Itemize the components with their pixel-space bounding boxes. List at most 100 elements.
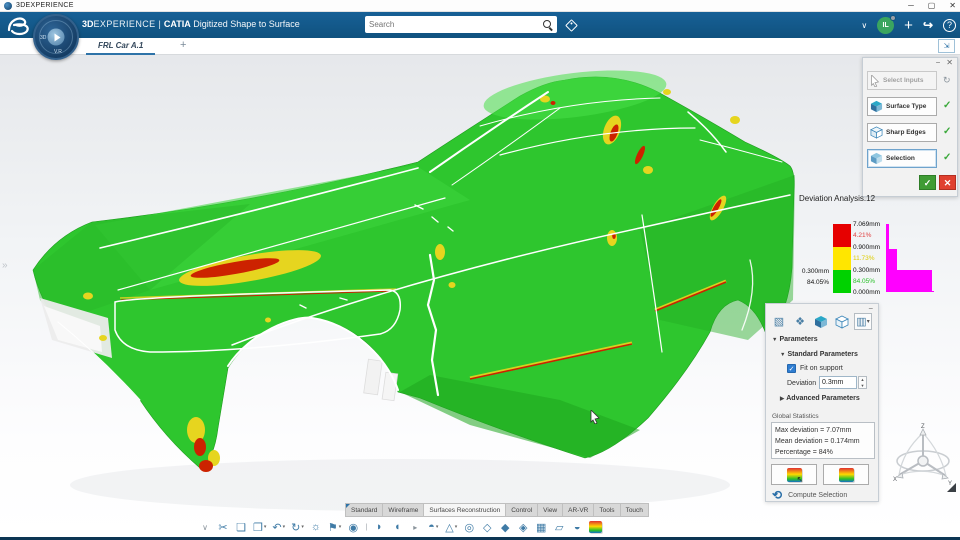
paint-transfer-icon[interactable]: ◒: [569, 519, 585, 536]
tab-frl-car[interactable]: FRL Car A.1: [86, 38, 156, 55]
deviation-color-scale: [833, 224, 851, 293]
minimize-button[interactable]: ─: [908, 0, 914, 12]
surface-corner-icon[interactable]: ◈: [515, 519, 531, 536]
chevron-down-icon[interactable]: ∨: [861, 21, 867, 30]
panel-minimize-icon[interactable]: −: [936, 58, 941, 68]
undo-icon[interactable]: ↶ ▾: [270, 519, 287, 536]
render-style-icon[interactable]: ☼: [308, 519, 324, 536]
compute-selection-row[interactable]: ⟲ Compute Selection: [772, 488, 847, 502]
activate-patch-icon[interactable]: ▦: [533, 519, 549, 536]
scale-value-min: 0.000mm: [853, 289, 881, 296]
compass-vr-label[interactable]: V.R: [54, 49, 62, 55]
tab-standard[interactable]: Standard: [345, 503, 384, 517]
3d-viewport[interactable]: » − ✕ Select Inputs ↻ Surface Type ✓ Sha…: [0, 55, 960, 537]
step-selection[interactable]: Selection: [867, 149, 937, 168]
user-avatar[interactable]: IL: [877, 14, 897, 34]
share-icon[interactable]: ↪: [923, 18, 933, 32]
report-flag-icon[interactable]: ⚑ ▾: [326, 519, 343, 536]
app-bar: 3DEXPERIENCE | CATIA Digitized Shape to Su…: [0, 12, 960, 38]
tab-view[interactable]: View: [538, 503, 564, 517]
cancel-button[interactable]: ✕: [939, 175, 956, 190]
cursor-arrow-icon: [871, 74, 880, 87]
surface-network-icon[interactable]: ▧: [770, 313, 788, 330]
parameters-minimize-icon[interactable]: −: [868, 304, 873, 313]
toolbar-tab-strip: Standard Wireframe Surfaces Reconstructi…: [345, 503, 649, 517]
viewport-resize-grip[interactable]: [947, 483, 956, 492]
step-sharp-edges[interactable]: Sharp Edges: [867, 123, 937, 142]
brand-3d: 3D: [82, 19, 94, 29]
surface-sweep-icon[interactable]: ◆: [497, 519, 513, 536]
search-input[interactable]: [365, 20, 543, 29]
mesh-sphere-icon[interactable]: ◎: [461, 519, 477, 536]
compute-icon[interactable]: ⟲: [772, 488, 782, 502]
3ds-logo-icon[interactable]: [6, 14, 32, 36]
3d-compass[interactable]: 3D V.R: [33, 14, 79, 60]
capture-icon[interactable]: ◉: [345, 519, 361, 536]
power-fit-icon[interactable]: ◖: [389, 519, 405, 536]
deviation-display-button[interactable]: ↖: [771, 464, 817, 485]
compass-3d-label[interactable]: 3D: [40, 35, 46, 41]
car-body: [32, 70, 795, 472]
pick-cursor-icon: ↖: [796, 475, 804, 484]
maximize-button[interactable]: ▢: [928, 0, 936, 12]
paste-icon[interactable]: ❐ ▾: [251, 519, 268, 536]
histogram-bar-red: [886, 224, 889, 249]
scale-value-upper: 0.900mm: [853, 244, 881, 251]
advanced-parameters-section[interactable]: ▶ Advanced Parameters: [780, 395, 860, 402]
app-icon: [4, 1, 12, 10]
tab-touch[interactable]: Touch: [620, 503, 649, 517]
search-box[interactable]: [365, 16, 557, 33]
close-button[interactable]: ✕: [949, 0, 956, 12]
cut-icon[interactable]: ✂: [215, 519, 231, 536]
collapse-panel-button[interactable]: ⇲: [938, 39, 955, 53]
compute-selection-label: Compute Selection: [788, 491, 848, 499]
display-mode-dropdown[interactable]: ▥ ▾: [854, 313, 872, 330]
primitives-icon[interactable]: △ ▾: [443, 519, 459, 536]
fit-on-support-checkbox[interactable]: ✓: [787, 364, 796, 373]
control-points-icon[interactable]: ❖: [791, 313, 809, 330]
tab-surfaces-reconstruction[interactable]: Surfaces Reconstruction: [424, 503, 507, 517]
deviation-analysis-icon[interactable]: [587, 519, 604, 536]
panel-close-icon[interactable]: ✕: [946, 58, 953, 68]
deviation-map-button[interactable]: [823, 464, 869, 485]
mouse-cursor: [590, 410, 600, 424]
help-icon[interactable]: ?: [943, 18, 956, 32]
surface-morph-icon[interactable]: ◗: [371, 519, 387, 536]
wire-cube-icon[interactable]: [833, 313, 851, 330]
step-select-inputs[interactable]: Select Inputs: [867, 71, 937, 90]
ok-button[interactable]: ✓: [919, 175, 936, 190]
deviation-spinner[interactable]: ▲ ▼: [858, 376, 867, 389]
search-icon[interactable]: [543, 19, 553, 30]
shape-volume-icon[interactable]: ◓ ▾: [425, 519, 441, 536]
deviation-input[interactable]: [819, 376, 857, 389]
standard-parameters-section[interactable]: ▼ Standard Parameters: [780, 351, 858, 358]
scale-percent-green: 84.05%: [853, 278, 876, 285]
tab-ar-vr[interactable]: AR-VR: [563, 503, 595, 517]
mode-cube-icon[interactable]: [812, 313, 830, 330]
more-tools-icon[interactable]: ▸: [407, 519, 423, 536]
surface-patch-icon[interactable]: ◇: [479, 519, 495, 536]
bend-sheet-icon[interactable]: ▱: [551, 519, 567, 536]
compass-play-button[interactable]: [47, 28, 65, 46]
tab-wireframe[interactable]: Wireframe: [383, 503, 425, 517]
tag-icon[interactable]: [565, 19, 578, 32]
new-tab-button[interactable]: +: [180, 39, 186, 51]
brand-experience: EXPERIENCE: [93, 19, 156, 29]
add-content-button[interactable]: +: [904, 18, 913, 33]
axis-x-label: X: [893, 477, 897, 483]
step-surface-type[interactable]: Surface Type: [867, 97, 937, 116]
scale-band-red: [833, 224, 851, 247]
tab-control[interactable]: Control: [506, 503, 539, 517]
axis-triad[interactable]: Z X Y: [893, 423, 953, 493]
window-title: 3DEXPERIENCE: [16, 2, 74, 9]
tab-tools[interactable]: Tools: [594, 503, 621, 517]
update-icon[interactable]: ↻ ▾: [289, 519, 306, 536]
sharp-edges-cube-icon: [870, 126, 883, 139]
toolbar-expand-icon[interactable]: ∨: [197, 519, 213, 536]
histogram-baseline: [886, 291, 934, 292]
histogram-bar-green: [886, 270, 932, 291]
app-subtitle: Digitized Shape to Surface: [193, 19, 300, 29]
parameters-section[interactable]: ▼ Parameters: [772, 336, 818, 343]
edit-step-icon[interactable]: ↻: [943, 75, 951, 86]
copy-icon[interactable]: ❏: [233, 519, 249, 536]
